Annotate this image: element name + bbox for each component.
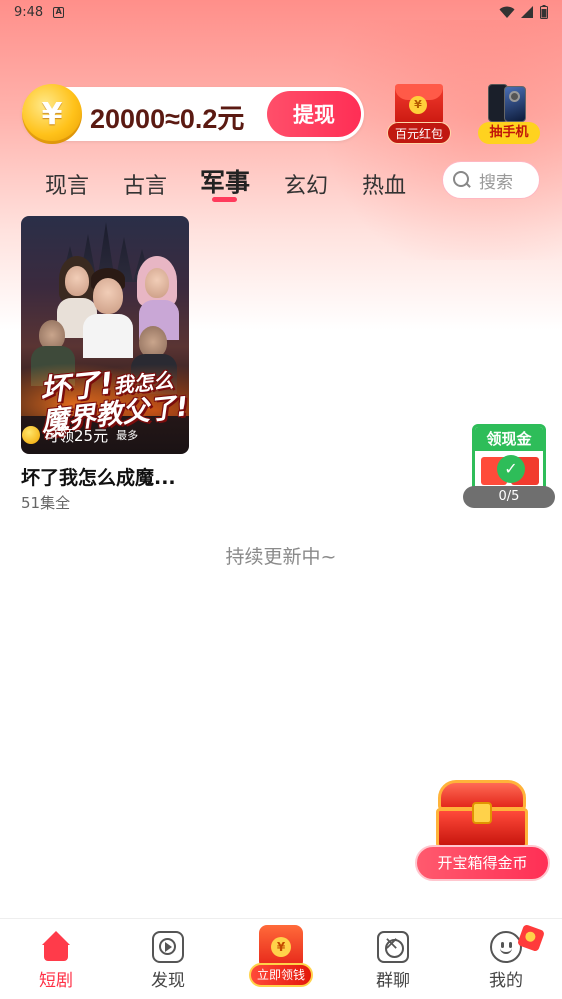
open-chest-button[interactable]: 开宝箱得金币 bbox=[415, 845, 550, 881]
battery-icon bbox=[540, 5, 548, 19]
gold-coin-icon: ¥ bbox=[22, 84, 82, 144]
drama-episode-count: 51集全 bbox=[21, 494, 71, 512]
nav-item-short-drama[interactable]: 短剧 bbox=[0, 919, 112, 999]
coin-balance-text: 20000≈0.2元 bbox=[90, 104, 245, 134]
phone-lottery-label: 抽手机 bbox=[478, 122, 540, 144]
nav-label: 立即领钱 bbox=[249, 963, 313, 987]
group-chat-icon bbox=[377, 931, 409, 963]
signal-icon bbox=[521, 5, 533, 18]
updating-note: 持续更新中~ bbox=[225, 546, 337, 568]
reward-badge: 可领25元 最多 bbox=[22, 424, 138, 446]
phone-icon bbox=[488, 84, 528, 124]
treasure-chest-icon[interactable] bbox=[434, 780, 530, 850]
phone-lottery-button[interactable]: 抽手机 bbox=[476, 82, 542, 144]
check-icon: ✓ bbox=[497, 455, 525, 483]
reward-suffix: 最多 bbox=[116, 429, 139, 442]
drama-cover[interactable]: 坏了!我怎么成 魔界教父了! bbox=[21, 216, 189, 454]
tab-rexue[interactable]: 热血 bbox=[362, 168, 406, 200]
search-input[interactable]: 搜索 bbox=[442, 161, 540, 199]
nav-label: 我的 bbox=[489, 971, 523, 991]
wifi-icon bbox=[499, 6, 515, 18]
profile-icon bbox=[490, 931, 522, 963]
nav-item-claim-money[interactable]: 立即领钱 bbox=[249, 925, 313, 997]
nav-item-group-chat[interactable]: 群聊 bbox=[337, 919, 449, 999]
red-envelope-coin-icon: ¥ bbox=[409, 96, 427, 114]
chest-lock-icon bbox=[472, 802, 492, 824]
notification-a-icon: A bbox=[53, 6, 65, 18]
coin-icon bbox=[22, 426, 40, 444]
home-icon bbox=[40, 931, 72, 963]
withdraw-button[interactable]: 提现 bbox=[267, 91, 361, 137]
red-packet-label: 百元红包 bbox=[387, 122, 451, 144]
nav-label: 短剧 bbox=[39, 971, 73, 991]
reward-amount: 可领25元 bbox=[44, 426, 109, 445]
nav-label: 发现 bbox=[151, 971, 185, 991]
search-icon bbox=[453, 171, 471, 189]
bottom-nav: 短剧 发现 立即领钱 群聊 我的 bbox=[0, 918, 562, 999]
claim-cash-widget[interactable]: 领现金 ✓ 0/5 bbox=[463, 424, 555, 508]
cash-progress: 0/5 bbox=[463, 486, 555, 508]
nav-item-profile[interactable]: 我的 bbox=[450, 919, 562, 999]
tab-junshi[interactable]: 军事 bbox=[200, 163, 250, 199]
drama-title[interactable]: 坏了我怎么成魔... bbox=[21, 463, 189, 490]
status-time: 9:48 bbox=[14, 4, 44, 20]
play-icon bbox=[152, 931, 184, 963]
tab-guyan[interactable]: 古言 bbox=[123, 168, 167, 200]
tab-xianyan[interactable]: 现言 bbox=[45, 168, 89, 200]
status-bar: 9:48 A bbox=[0, 0, 562, 24]
red-packet-button[interactable]: ¥ 百元红包 bbox=[387, 82, 451, 144]
active-tab-indicator bbox=[212, 197, 237, 202]
search-placeholder: 搜索 bbox=[479, 172, 513, 193]
claim-cash-label: 领现金 bbox=[475, 427, 543, 451]
nav-label: 群聊 bbox=[376, 971, 410, 991]
nav-item-discover[interactable]: 发现 bbox=[112, 919, 224, 999]
tab-xuanhuan[interactable]: 玄幻 bbox=[284, 168, 328, 200]
